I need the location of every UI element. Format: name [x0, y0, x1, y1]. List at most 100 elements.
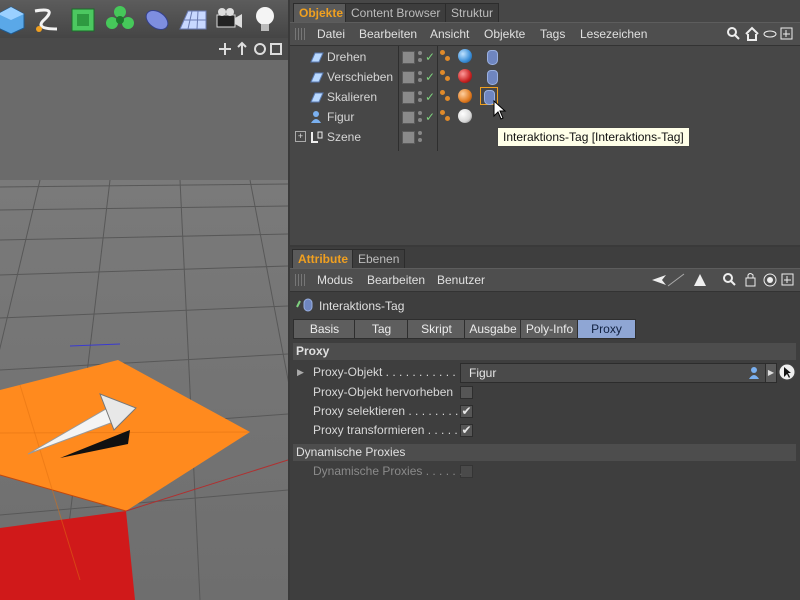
visibility-dots[interactable]	[418, 111, 422, 123]
object-name: Figur	[327, 110, 355, 124]
tab-structure[interactable]: Struktur	[445, 3, 500, 22]
visibility-dots[interactable]	[418, 51, 422, 63]
menu-objects[interactable]: Objekte	[484, 23, 525, 45]
menu-bookmarks[interactable]: Lesezeichen	[580, 23, 647, 45]
transform-checkbox[interactable]: ✔	[460, 424, 473, 437]
menu-tags[interactable]: Tags	[540, 23, 565, 45]
object-row-drehen[interactable]: Drehen ✓	[290, 47, 800, 67]
menu-user[interactable]: Benutzer	[437, 269, 485, 291]
link-dropdown-arrow[interactable]: ▶	[765, 363, 777, 383]
interaction-tag-icon	[296, 298, 313, 312]
array-icon[interactable]	[103, 3, 137, 35]
transform-label: Proxy transformieren . . . . .	[313, 423, 458, 437]
object-row-verschieben[interactable]: Verschieben ✓	[290, 67, 800, 87]
null-object-icon	[310, 92, 324, 103]
object-name: Skalieren	[327, 90, 378, 104]
figure-object-icon	[311, 111, 321, 123]
enabled-check[interactable]: ✓	[425, 50, 435, 64]
menu-mode[interactable]: Modus	[317, 269, 353, 291]
light-bulb-icon[interactable]	[248, 3, 282, 35]
enabled-check[interactable]: ✓	[425, 70, 435, 84]
subtab-poly-info[interactable]: Poly-Info	[520, 319, 579, 339]
section-proxy[interactable]: Proxy	[293, 343, 796, 360]
tooltip: Interaktions-Tag [Interaktions-Tag]	[497, 127, 690, 147]
visibility-dots[interactable]	[418, 131, 422, 143]
interaction-tag-icon[interactable]	[487, 70, 498, 85]
subtab-ausgabe[interactable]: Ausgabe	[464, 319, 522, 339]
proxy-object-link-field[interactable]: Figur	[460, 363, 767, 383]
phong-tag-icon[interactable]	[440, 90, 450, 102]
enabled-check[interactable]: ✓	[425, 110, 435, 124]
object-name: Drehen	[327, 50, 367, 64]
proxy-object-value: Figur	[469, 366, 497, 380]
3d-viewport[interactable]	[0, 38, 288, 600]
dynamic-proxies-label: Dynamische Proxies . . . . . .	[313, 464, 463, 478]
phong-tag-icon[interactable]	[440, 50, 450, 62]
material-tag-icon[interactable]	[458, 109, 472, 123]
tab-content-browser[interactable]: Content Browser	[345, 3, 447, 22]
expand-arrow-icon[interactable]: ▶	[297, 367, 304, 378]
menu-file[interactable]: Datei	[317, 23, 345, 45]
material-tag-icon[interactable]	[458, 69, 472, 83]
material-tag-icon[interactable]	[458, 49, 472, 63]
select-checkbox[interactable]: ✔	[460, 405, 473, 418]
object-menubar: Datei Bearbeiten Ansicht Objekte Tags Le…	[290, 22, 800, 46]
nurbs-icon[interactable]	[66, 3, 100, 35]
tab-attribute[interactable]: Attribute	[292, 249, 354, 268]
menu-edit[interactable]: Bearbeiten	[367, 269, 425, 291]
subtab-proxy[interactable]: Proxy	[577, 319, 636, 339]
deformer-icon[interactable]	[140, 3, 174, 35]
dynamic-proxies-checkbox[interactable]	[460, 465, 473, 478]
floor-icon[interactable]	[176, 3, 210, 35]
menu-view[interactable]: Ansicht	[430, 23, 469, 45]
main-toolbar	[0, 0, 288, 39]
null-L0-icon	[311, 131, 323, 143]
expand-toggle-icon[interactable]: +	[295, 131, 306, 142]
null-object-icon	[310, 52, 324, 63]
phong-tag-icon[interactable]	[440, 70, 450, 82]
grip-icon	[295, 28, 305, 40]
attribute-manager: Attribute Ebenen Modus Bearbeiten Benutz…	[290, 247, 800, 600]
cube-icon[interactable]	[0, 3, 28, 35]
phong-tag-icon[interactable]	[440, 110, 450, 122]
visibility-dots[interactable]	[418, 91, 422, 103]
tag-title: Interaktions-Tag	[319, 299, 405, 313]
interaction-tag-icon[interactable]	[487, 50, 498, 65]
visibility-dots[interactable]	[418, 71, 422, 83]
camera-icon[interactable]	[212, 3, 246, 35]
subtab-basis[interactable]: Basis	[293, 319, 356, 339]
grip-icon	[295, 274, 305, 286]
mouse-cursor-icon	[493, 100, 507, 120]
attribute-menubar: Modus Bearbeiten Benutzer	[290, 268, 800, 292]
object-row-figur[interactable]: Figur ✓	[290, 107, 800, 127]
null-object-icon	[310, 72, 324, 83]
tab-objects[interactable]: Objekte	[293, 3, 350, 22]
attribute-tools-icons[interactable]	[650, 272, 798, 288]
highlight-label: Proxy-Objekt hervorheben	[313, 385, 454, 399]
select-label: Proxy selektieren . . . . . . . . .	[313, 404, 466, 418]
layer-square[interactable]	[402, 91, 415, 104]
figure-link-icon	[749, 367, 759, 379]
menu-edit[interactable]: Bearbeiten	[359, 23, 417, 45]
layer-square[interactable]	[402, 111, 415, 124]
object-tools-icons[interactable]	[726, 26, 798, 42]
subtab-tag[interactable]: Tag	[354, 319, 409, 339]
material-tag-icon[interactable]	[458, 89, 472, 103]
enabled-check[interactable]: ✓	[425, 90, 435, 104]
layer-square[interactable]	[402, 131, 415, 144]
layer-square[interactable]	[402, 51, 415, 64]
spline-pen-icon[interactable]	[29, 3, 63, 35]
subtab-skript[interactable]: Skript	[407, 319, 466, 339]
pick-cursor-icon[interactable]	[778, 363, 796, 381]
proxy-object-label: Proxy-Objekt . . . . . . . . . . . .	[313, 365, 463, 379]
viewport-header	[0, 38, 288, 61]
section-dynamic-proxies[interactable]: Dynamische Proxies	[293, 444, 796, 461]
tab-layers[interactable]: Ebenen	[352, 249, 406, 268]
object-row-skalieren[interactable]: Skalieren ✓	[290, 87, 800, 107]
object-manager: Objekte Content Browser Struktur Datei B…	[290, 0, 800, 245]
viewport-navigation-icons[interactable]	[218, 41, 286, 57]
object-name: Verschieben	[327, 70, 394, 84]
object-name: Szene	[327, 130, 362, 144]
highlight-checkbox[interactable]	[460, 386, 473, 399]
layer-square[interactable]	[402, 71, 415, 84]
